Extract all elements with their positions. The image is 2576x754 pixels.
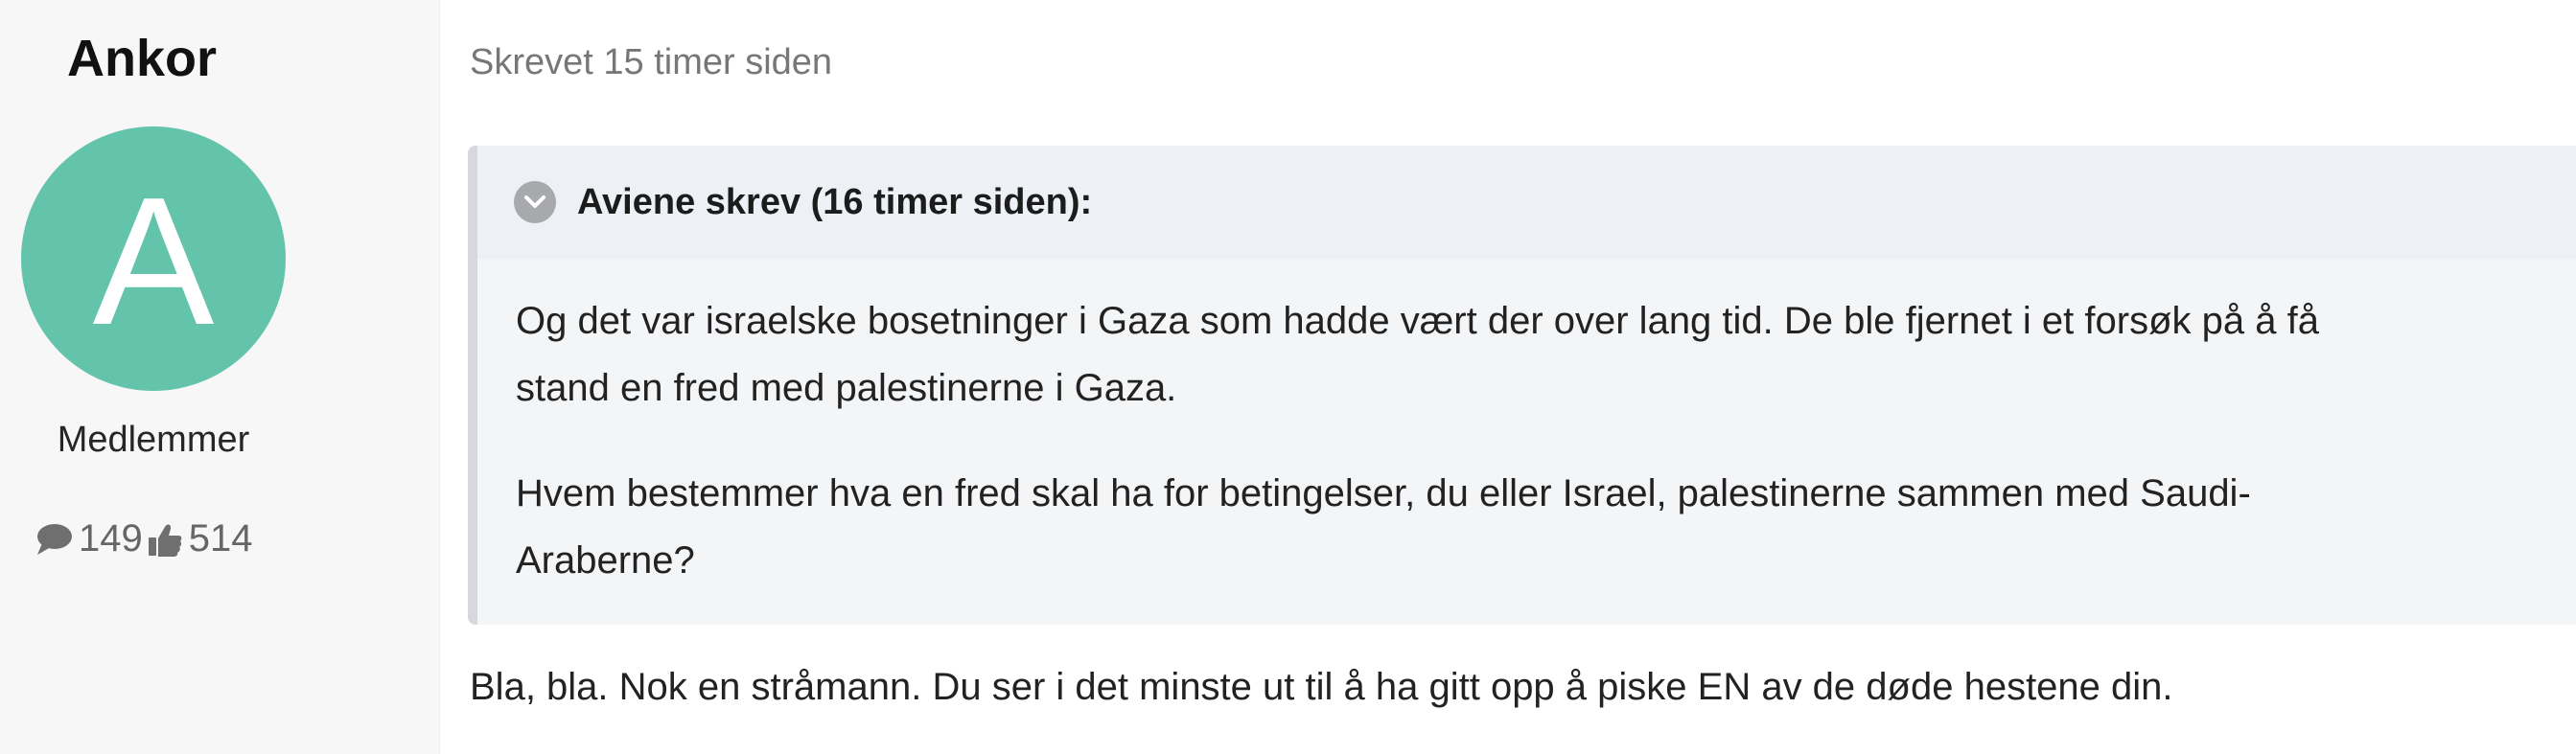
post-timestamp[interactable]: Skrevet 15 timer siden — [470, 42, 832, 83]
author-panel: Ankor A Medlemmer 149 514 — [0, 0, 440, 754]
author-stats: 149 514 — [35, 517, 257, 560]
reputation-count: 514 — [188, 517, 253, 560]
thumbs-up-icon — [147, 521, 183, 558]
avatar-letter: A — [92, 160, 215, 363]
author-name[interactable]: Ankor — [67, 29, 217, 88]
quote-line: Hvem bestemmer hva en fred skal ha for b… — [516, 472, 2251, 514]
chevron-down-icon[interactable] — [514, 181, 556, 223]
avatar[interactable]: A — [21, 126, 286, 391]
quote-line: stand en fred med palestinerne i Gaza. — [516, 367, 1177, 409]
quote-line: Araberne? — [516, 539, 695, 582]
quote-paragraph: Hvem bestemmer hva en fred skal ha for b… — [516, 460, 2576, 594]
post-body: Bla, bla. Nok en stråmann. Du ser i det … — [470, 666, 2173, 708]
quote-line: Og det var israelske bosetninger i Gaza … — [516, 300, 2319, 342]
quote-header[interactable]: Aviene skrev (16 timer siden): — [477, 146, 2576, 259]
quote-author[interactable]: Aviene skrev (16 timer siden): — [577, 182, 1092, 223]
quote-content: Og det var israelske bosetninger i Gaza … — [516, 287, 2576, 632]
posts-count: 149 — [79, 517, 143, 560]
quote-block: Aviene skrev (16 timer siden): Og det va… — [468, 146, 2576, 625]
quote-paragraph: Og det var israelske bosetninger i Gaza … — [516, 287, 2576, 422]
speech-bubble-icon — [35, 522, 73, 557]
member-group: Medlemmer — [57, 420, 250, 460]
